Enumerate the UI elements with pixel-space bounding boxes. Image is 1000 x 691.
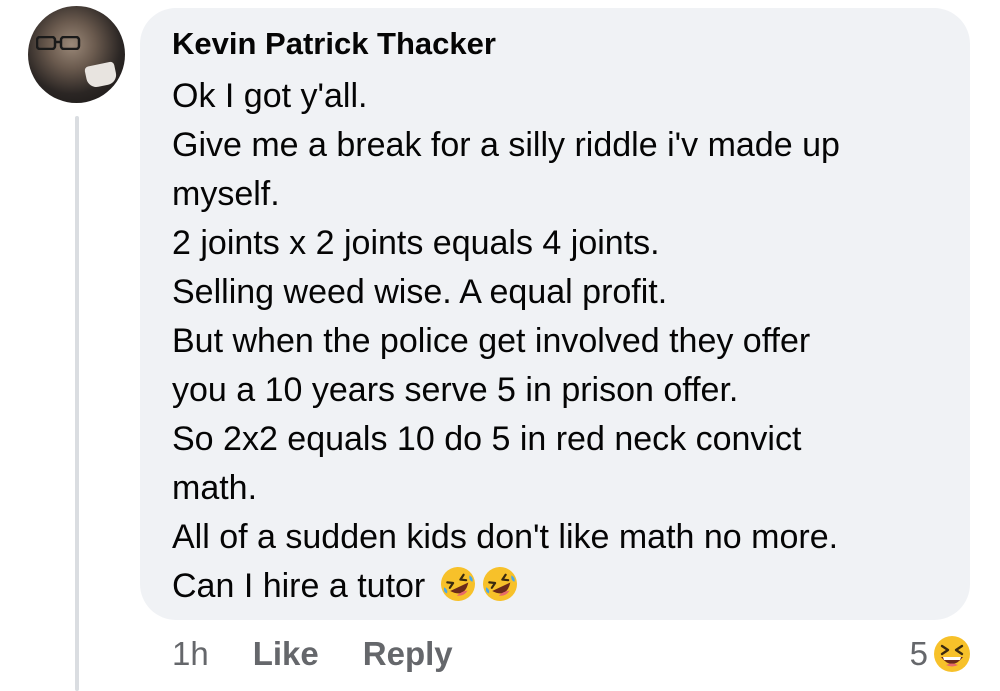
comment-line: you a 10 years serve 5 in prison offer. <box>172 371 739 409</box>
comment-line: All of a sudden kids don't like math no … <box>172 518 839 556</box>
comment-line: Selling weed wise. A equal profit. <box>172 273 668 311</box>
grinning-squinting-face-icon <box>934 636 970 672</box>
cup-icon <box>84 61 118 89</box>
author-avatar[interactable] <box>28 6 125 103</box>
comment-line: Ok I got y'all. <box>172 77 368 115</box>
reaction-count: 5 <box>909 635 928 672</box>
glasses-icon <box>36 36 81 50</box>
comment-line: myself. <box>172 175 280 213</box>
comment-author-name[interactable]: Kevin Patrick Thacker <box>172 24 496 64</box>
comment-line: Give me a break for a silly riddle i'v m… <box>172 126 840 164</box>
like-button[interactable]: Like <box>253 635 319 672</box>
rolling-on-floor-laughing-icon <box>482 567 517 601</box>
comment-line: math. <box>172 469 258 507</box>
comment-line: 2 joints x 2 joints equals 4 joints. <box>172 224 660 262</box>
comment-body: Ok I got y'all. Give me a break for a si… <box>172 72 942 611</box>
comment-last-line: Can I hire a tutor <box>172 562 942 611</box>
thread-line <box>75 116 79 691</box>
reaction-summary[interactable]: 5 <box>910 632 972 676</box>
comment-line-text: Can I hire a tutor <box>172 567 426 605</box>
comment-actions: 1h Like Reply <box>172 632 453 676</box>
rolling-on-floor-laughing-icon <box>440 567 475 601</box>
comment-timestamp[interactable]: 1h <box>172 635 209 672</box>
comment-line: So 2x2 equals 10 do 5 in red neck convic… <box>172 420 802 458</box>
comment-line: But when the police get involved they of… <box>172 322 811 360</box>
reply-button[interactable]: Reply <box>363 635 453 672</box>
